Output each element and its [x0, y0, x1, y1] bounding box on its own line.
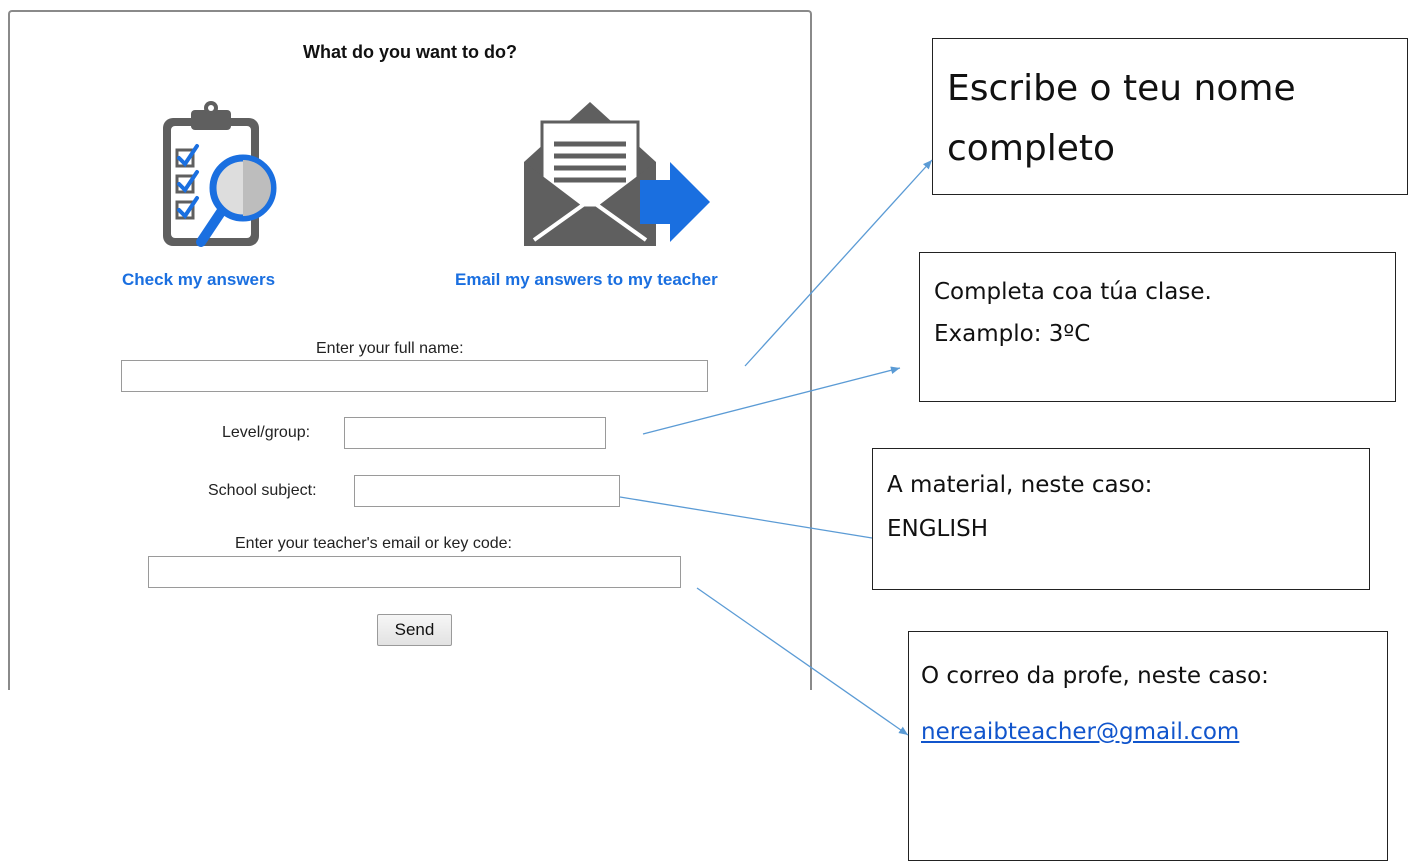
arrow-subject: [619, 496, 873, 539]
annotation-arrows: [619, 159, 933, 736]
arrow-name: [744, 159, 933, 367]
arrow-email: [696, 587, 909, 736]
arrow-group: [642, 366, 901, 435]
